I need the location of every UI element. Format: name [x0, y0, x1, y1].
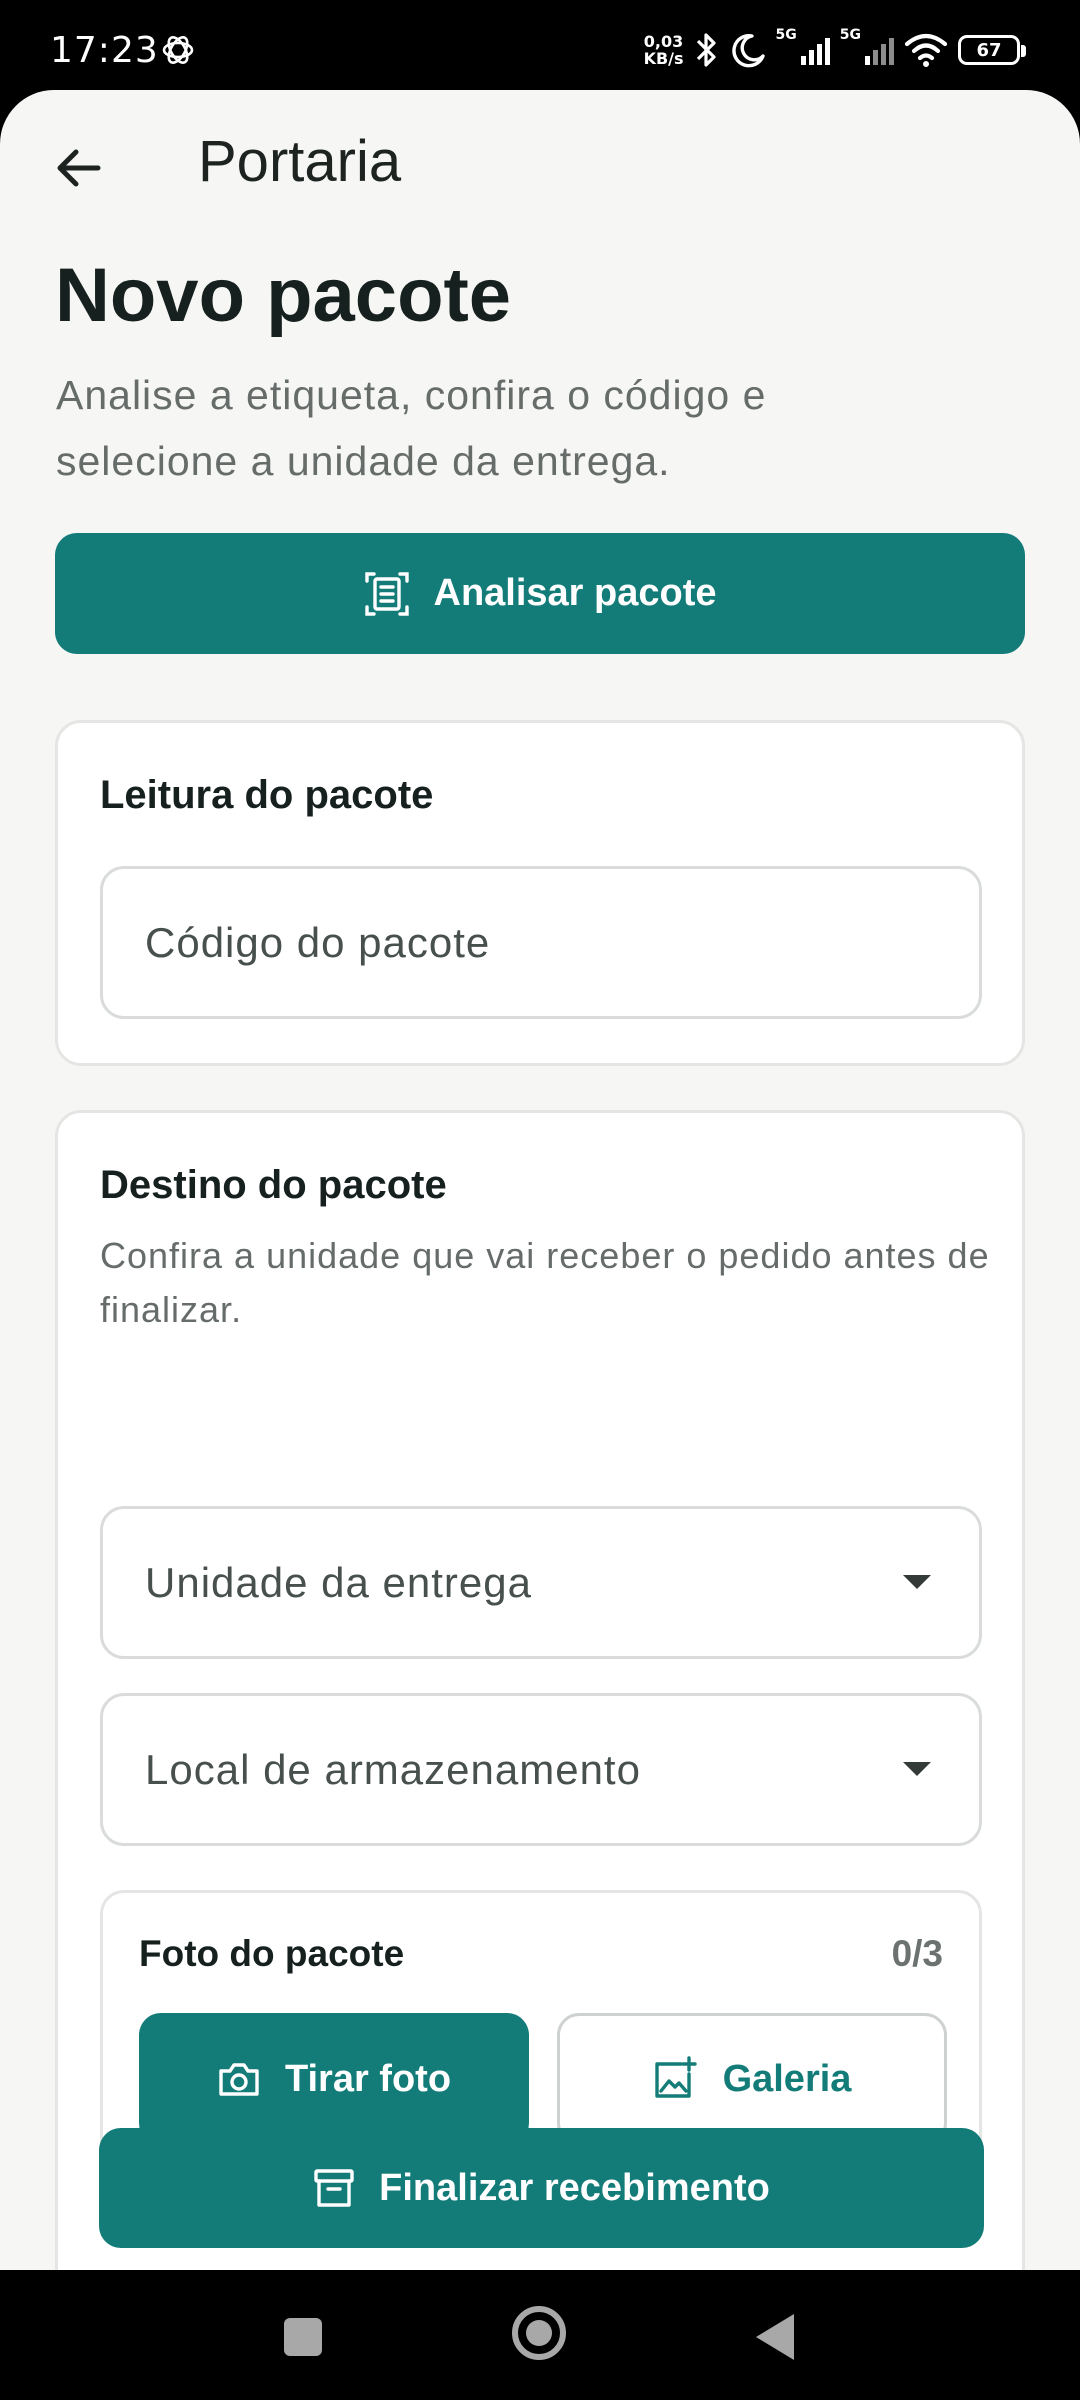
- battery-icon: 67: [958, 35, 1026, 65]
- caret-down-icon: [903, 1575, 931, 1589]
- analyze-package-button[interactable]: Analisar pacote: [55, 533, 1025, 654]
- app-screen: Portaria Novo pacote Analise a etiqueta,…: [0, 90, 1080, 2270]
- document-scan-icon: [364, 571, 409, 616]
- page-title: Novo pacote: [55, 253, 512, 338]
- gallery-button[interactable]: Galeria: [557, 2013, 947, 2145]
- bluetooth-icon: [696, 33, 716, 67]
- system-back-button[interactable]: [756, 2314, 794, 2360]
- storage-location-placeholder: Local de armazenamento: [145, 1745, 641, 1793]
- photo-count: 0/3: [891, 1933, 943, 1974]
- storage-location-select[interactable]: Local de armazenamento: [100, 1693, 982, 1846]
- camera-icon: [219, 2063, 259, 2096]
- delivery-unit-placeholder: Unidade da entrega: [145, 1558, 532, 1606]
- take-photo-label: Tirar foto: [284, 2057, 452, 2100]
- gallery-label: Galeria: [722, 2057, 852, 2100]
- moon-icon: [731, 33, 765, 68]
- status-time: 17:23: [50, 30, 159, 71]
- network-speed: 0,03 KB/s: [643, 32, 684, 68]
- page-subtitle: Analise a etiqueta, confira o código e s…: [56, 372, 767, 484]
- finish-receipt-button[interactable]: Finalizar recebimento: [99, 2128, 984, 2248]
- package-destination-title: Destino do pacote: [100, 1163, 447, 1207]
- status-bar: 17:23 0,03 KB/s 5G 5G 67: [0, 0, 1080, 92]
- wifi-icon: [904, 33, 948, 67]
- package-reading-title: Leitura do pacote: [100, 773, 434, 817]
- package-destination-description: Confira a unidade que vai receber o pedi…: [100, 1235, 990, 1330]
- package-reading-card: Leitura do pacote Código do pacote: [55, 720, 1025, 1066]
- arrow-left-icon: [57, 149, 101, 187]
- top-app-bar: Portaria: [0, 90, 1080, 240]
- take-photo-button[interactable]: Tirar foto: [139, 2013, 529, 2145]
- add-photo-icon: [654, 2056, 697, 2098]
- status-icons: 0,03 KB/s 5G 5G 67: [643, 27, 1026, 72]
- recent-apps-button[interactable]: [284, 2318, 322, 2356]
- topbar-title: Portaria: [198, 129, 402, 194]
- delivery-unit-select[interactable]: Unidade da entrega: [100, 1506, 982, 1659]
- back-button[interactable]: [40, 130, 116, 206]
- package-code-placeholder: Código do pacote: [145, 918, 491, 966]
- signal-icon: 5G: [776, 27, 830, 65]
- finish-receipt-label: Finalizar recebimento: [379, 2166, 770, 2209]
- signal-icon: 5G: [840, 27, 894, 65]
- package-destination-card: Destino do pacote Confira a unidade que …: [55, 1110, 1025, 2270]
- home-button[interactable]: [512, 2306, 566, 2360]
- caret-down-icon: [903, 1762, 931, 1776]
- system-navigation-bar: [0, 2270, 1080, 2400]
- archive-box-icon: [314, 2169, 354, 2207]
- analyze-package-label: Analisar pacote: [433, 572, 717, 614]
- package-code-input[interactable]: Código do pacote: [100, 866, 982, 1019]
- openai-app-icon: [162, 36, 194, 64]
- package-photo-title: Foto do pacote: [139, 1933, 405, 1974]
